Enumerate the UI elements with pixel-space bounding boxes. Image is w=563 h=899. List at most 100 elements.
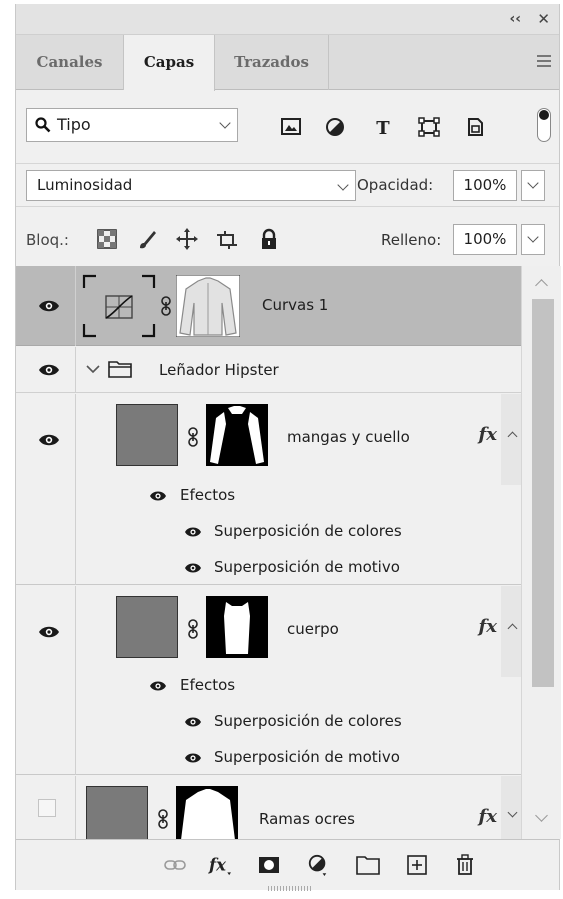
fill-layer-thumbnail (116, 404, 178, 466)
eye-icon[interactable] (38, 433, 60, 447)
lock-position-icon[interactable] (176, 228, 198, 250)
scrollbar-thumb[interactable] (532, 299, 554, 687)
blend-mode-value: Luminosidad (37, 176, 133, 194)
opacity-input[interactable]: 100% (453, 170, 517, 201)
fill-input[interactable]: 100% (453, 224, 517, 255)
lock-label: Bloq.: (26, 231, 69, 249)
layer-row-curvas[interactable]: Curvas 1 (16, 266, 521, 346)
fx-icon[interactable]: fx (479, 424, 497, 445)
eye-cell (16, 776, 76, 839)
fx-icon[interactable]: fx (479, 806, 497, 827)
layer-row-cuerpo[interactable]: cuerpo fx Efectos Superposición de color… (16, 586, 521, 775)
effects-label[interactable]: Efectos (180, 486, 235, 504)
eye-icon[interactable] (184, 562, 202, 574)
type-layer-filter-icon[interactable]: T (372, 117, 394, 137)
new-group-icon[interactable] (356, 854, 380, 876)
chain-link-icon[interactable] (188, 619, 198, 639)
fill-dropdown[interactable] (521, 224, 545, 255)
close-icon[interactable]: ✕ (537, 10, 550, 28)
tab-capas[interactable]: Capas (124, 35, 215, 91)
effects-collapse-toggle[interactable] (501, 586, 521, 677)
eye-icon[interactable] (38, 363, 60, 377)
eye-icon[interactable] (184, 526, 202, 538)
add-style-icon[interactable]: fx (206, 854, 234, 876)
eye-icon[interactable] (149, 680, 167, 692)
fx-icon[interactable]: fx (479, 616, 497, 637)
opacity-dropdown[interactable] (521, 170, 545, 201)
blend-row: Luminosidad Opacidad: 100% (16, 163, 559, 207)
filter-kind-select[interactable]: Tipo (26, 108, 238, 142)
shape-layer-filter-icon[interactable] (418, 117, 440, 137)
chevron-down-icon (219, 117, 231, 129)
effect-item[interactable]: Superposición de colores (214, 522, 402, 540)
sleeves-mask-thumbnail (206, 404, 268, 466)
scroll-down-icon[interactable] (535, 809, 548, 822)
pixel-layer-filter-icon[interactable] (280, 117, 302, 137)
layers-scrollbar[interactable] (521, 266, 561, 839)
delete-layer-icon[interactable] (454, 854, 476, 876)
smart-object-filter-icon[interactable] (464, 117, 486, 137)
filter-toggle-switch[interactable] (537, 108, 551, 142)
eye-icon[interactable] (184, 716, 202, 728)
visibility-checkbox[interactable] (38, 799, 56, 817)
lock-image-pixels-icon[interactable] (136, 228, 158, 250)
layer-row-group-lenador[interactable]: Leñador Hipster (16, 347, 521, 393)
panel-menu-icon[interactable] (537, 55, 551, 70)
new-layer-icon[interactable] (406, 854, 428, 876)
folder-icon (108, 361, 132, 378)
effect-item[interactable]: Superposición de motivo (214, 558, 400, 576)
chevron-down-icon (337, 179, 349, 191)
layers-panel: ‹‹ ✕ Canales Capas Trazados Tipo T Lumin… (15, 4, 561, 891)
chain-link-icon[interactable] (158, 809, 168, 829)
double-chevron-icon[interactable]: ‹‹ (509, 11, 521, 27)
chevron-down-icon (507, 807, 518, 818)
effect-item[interactable]: Superposición de motivo (214, 748, 400, 766)
eye-icon[interactable] (38, 299, 60, 313)
chevron-down-icon (527, 231, 539, 243)
eye-icon[interactable] (38, 625, 60, 639)
eye-cell (16, 347, 76, 393)
filter-row: Tipo T (16, 90, 559, 160)
eye-cell (16, 586, 76, 775)
eye-icon[interactable] (149, 490, 167, 502)
panel-title-strip: ‹‹ ✕ (16, 4, 559, 35)
new-adjustment-icon[interactable] (306, 854, 330, 876)
layers-list: Curvas 1 Leñador Hipster mangas y cuello… (16, 266, 521, 839)
lock-all-icon[interactable] (258, 228, 280, 250)
effects-label[interactable]: Efectos (180, 676, 235, 694)
effects-collapse-toggle[interactable] (501, 394, 521, 485)
panel-tabs: Canales Capas Trazados (16, 35, 559, 91)
chain-link-icon[interactable] (161, 296, 171, 316)
curves-adjustment-thumbnail (82, 274, 156, 338)
layer-name[interactable]: Ramas ocres (259, 810, 355, 828)
layer-name[interactable]: Curvas 1 (262, 296, 328, 314)
opacity-label: Opacidad: (357, 176, 434, 194)
bottom-toolbar: fx (16, 839, 559, 891)
lock-artboard-icon[interactable] (216, 228, 238, 250)
eye-icon[interactable] (184, 752, 202, 764)
fill-label: Relleno: (381, 231, 442, 249)
layer-row-ramas[interactable]: Ramas ocres fx (16, 776, 521, 839)
link-layers-icon[interactable] (164, 854, 186, 876)
chain-link-icon[interactable] (188, 427, 198, 447)
layer-name[interactable]: mangas y cuello (287, 428, 410, 446)
effects-expand-toggle[interactable] (501, 776, 521, 839)
blend-mode-select[interactable]: Luminosidad (26, 170, 356, 201)
chevron-up-icon (507, 623, 518, 634)
tab-trazados[interactable]: Trazados (215, 35, 329, 90)
layer-name[interactable]: Leñador Hipster (159, 361, 279, 379)
lock-row: Bloq.: Relleno: 100% (16, 208, 559, 267)
tab-canales[interactable]: Canales (16, 35, 124, 90)
lock-transparent-pixels-icon[interactable] (96, 228, 118, 250)
add-mask-icon[interactable] (258, 854, 280, 876)
adjustment-layer-filter-icon[interactable] (324, 117, 346, 137)
shirt-mask-thumbnail (176, 275, 240, 337)
effect-item[interactable]: Superposición de colores (214, 712, 402, 730)
scroll-up-icon[interactable] (535, 279, 548, 292)
layer-row-mangas[interactable]: mangas y cuello fx Efectos Superposición… (16, 394, 521, 585)
chevron-down-icon[interactable] (86, 364, 100, 374)
eye-cell (16, 394, 76, 585)
chevron-up-icon (507, 431, 518, 442)
resize-grip[interactable] (268, 886, 312, 891)
layer-name[interactable]: cuerpo (287, 620, 339, 638)
